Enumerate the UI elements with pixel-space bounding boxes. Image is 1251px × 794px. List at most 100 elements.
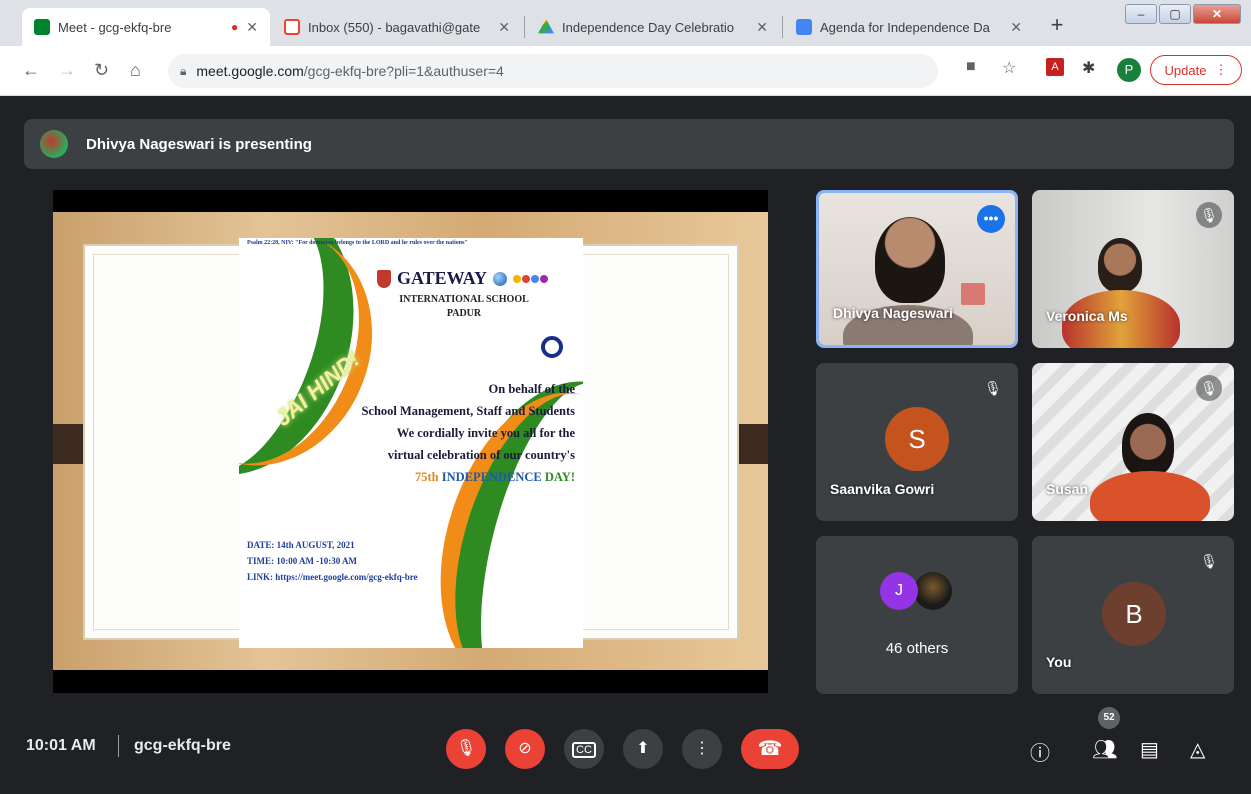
mic-off-icon: 🎙︎ <box>1196 202 1222 228</box>
tab-title: Meet - gcg-ekfq-bre <box>58 19 172 35</box>
more-vert-icon: ⋮ <box>1214 62 1228 77</box>
slide-background: Psalm 22:28, NIV: "For dominion belongs … <box>53 212 768 670</box>
participant-tile-you[interactable]: B 🎙︎ You <box>1032 536 1234 694</box>
mic-toggle-button[interactable]: 🎙︎ <box>446 729 486 769</box>
tab-meet[interactable]: Meet - gcg-ekfq-bre ● ✕ <box>22 8 270 46</box>
camera-indicator-icon[interactable]: ■ <box>966 58 976 76</box>
update-label: Update <box>1164 62 1207 78</box>
lock-icon: 🔒︎ <box>180 63 187 78</box>
globe-icon <box>493 271 508 286</box>
profile-avatar[interactable]: P <box>1117 58 1141 82</box>
participant-tile-dhivya[interactable]: ••• Dhivya Nageswari <box>816 190 1018 348</box>
independence-text: INDEPENDENCE <box>441 470 542 484</box>
camera-toggle-button[interactable]: ⊘ <box>505 729 545 769</box>
camera-off-icon: ⊘ <box>518 740 532 757</box>
tab-separator <box>524 16 525 38</box>
meet-area: Dhivya Nageswari is presenting Psalm 22:… <box>6 97 1246 791</box>
bookmark-star-icon[interactable]: ☆ <box>1002 58 1016 78</box>
close-tab-icon[interactable]: ✕ <box>1010 19 1022 36</box>
pdf-extension-icon[interactable]: A <box>1046 58 1064 76</box>
address-bar[interactable]: 🔒︎ meet.google.com/gcg-ekfq-bre?pli=1&au… <box>168 54 938 88</box>
tab-agenda[interactable]: Agenda for Independence Da ✕ <box>784 8 1034 46</box>
new-tab-button[interactable]: + <box>1043 12 1071 40</box>
meeting-info-icon[interactable]: ⓘ <box>1030 737 1050 766</box>
tab-title: Agenda for Independence Da <box>820 19 990 35</box>
tab-independence-day[interactable]: Independence Day Celebratio ✕ <box>526 8 780 46</box>
forward-arrow-icon[interactable]: → <box>58 60 76 81</box>
participant-tile-veronica[interactable]: 🎙︎ Veronica Ms <box>1032 190 1234 348</box>
presenting-banner: Dhivya Nageswari is presenting <box>24 119 1234 169</box>
activities-icon[interactable]: ◬ <box>1190 737 1205 762</box>
close-tab-icon[interactable]: ✕ <box>246 19 258 36</box>
psalm-text: Psalm 22:28, NIV: "For dominion belongs … <box>247 240 468 246</box>
presenting-text: Dhivya Nageswari is presenting <box>86 135 312 153</box>
mic-off-icon: 🎙︎ <box>455 740 477 757</box>
more-options-button[interactable]: ⋮ <box>682 729 722 769</box>
more-vert-icon: ⋮ <box>694 740 710 757</box>
invite-line-1: On behalf of the <box>488 382 575 396</box>
browser-toolbar: ← → ↻ ⌂ 🔒︎ meet.google.com/gcg-ekfq-bre?… <box>0 46 1251 96</box>
participant-tile-saanvika[interactable]: S 🎙︎ Saanvika Gowri <box>816 363 1018 521</box>
participant-tile-others[interactable]: J 46 others <box>816 536 1018 694</box>
participant-name: Veronica Ms <box>1046 308 1128 324</box>
recording-dot-icon: ● <box>231 20 239 34</box>
participant-tile-susan[interactable]: 🎙︎ Susan <box>1032 363 1234 521</box>
invite-line-3: We cordially invite you all for the <box>396 426 575 440</box>
mic-off-icon: 🎙︎ <box>980 375 1006 401</box>
meet-control-bar: 10:01 AM gcg-ekfq-bre 🎙︎ ⊘ CC ⬆ ⋮ ☎ ⓘ 52… <box>6 707 1246 791</box>
shared-screen: Psalm 22:28, NIV: "For dominion belongs … <box>53 190 768 693</box>
more-options-button[interactable]: ••• <box>977 205 1005 233</box>
participant-count-badge: 52 <box>1098 707 1120 729</box>
person-head <box>1098 238 1142 292</box>
present-screen-icon: ⬆ <box>636 740 650 757</box>
event-time: TIME: 10:00 AM -10:30 AM <box>247 556 357 566</box>
tab-separator <box>782 16 783 38</box>
participant-avatar: B <box>1102 582 1166 646</box>
leave-call-button[interactable]: ☎ <box>741 729 799 769</box>
close-tab-icon[interactable]: ✕ <box>756 19 768 36</box>
invitation-card: Psalm 22:28, NIV: "For dominion belongs … <box>239 238 583 648</box>
participant-name: Dhivya Nageswari <box>833 305 953 321</box>
seventy-fifth-text: 75th <box>415 470 439 484</box>
others-avatar-j: J <box>880 572 918 610</box>
colored-dots-icon <box>513 274 549 283</box>
participant-name: Susan <box>1046 481 1089 497</box>
reload-icon[interactable]: ↻ <box>94 60 109 81</box>
participant-name: Saanvika Gowri <box>830 481 935 497</box>
ashoka-chakra-icon <box>541 336 563 358</box>
hang-up-icon: ☎ <box>757 738 783 760</box>
home-icon[interactable]: ⌂ <box>130 60 141 81</box>
divider <box>118 735 119 757</box>
close-window-button[interactable]: ✕ <box>1193 4 1241 24</box>
back-arrow-icon[interactable]: ← <box>22 60 40 81</box>
shield-icon <box>377 269 391 288</box>
school-logo: GATEWAY <box>377 268 549 289</box>
maximize-button[interactable]: ▢ <box>1159 4 1191 24</box>
school-subtitle: INTERNATIONAL SCHOOL <box>399 294 529 305</box>
present-button[interactable]: ⬆ <box>623 729 663 769</box>
docs-favicon-icon <box>796 19 812 35</box>
event-date: DATE: 14th AUGUST, 2021 <box>247 540 355 550</box>
event-link: LINK: https://meet.google.com/gcg-ekfq-b… <box>247 572 418 582</box>
people-icon[interactable]: 👥︎ <box>1092 737 1117 762</box>
close-tab-icon[interactable]: ✕ <box>498 19 510 36</box>
day-text: DAY! <box>544 470 575 484</box>
update-button[interactable]: Update ⋮ <box>1150 55 1242 85</box>
mic-off-icon: 🎙︎ <box>1196 375 1222 401</box>
extensions-puzzle-icon[interactable]: ✱ <box>1082 58 1095 78</box>
closed-captions-icon: CC <box>572 742 596 758</box>
browser-tab-strip: Meet - gcg-ekfq-bre ● ✕ Inbox (550) - ba… <box>0 0 1251 46</box>
participant-name: You <box>1046 654 1072 670</box>
invite-line-5: 75th INDEPENDENCE DAY! <box>415 470 575 485</box>
mic-off-icon: 🎙︎ <box>1196 548 1222 574</box>
meeting-code: gcg-ekfq-bre <box>134 737 231 754</box>
window-controls: – ▢ ✕ <box>1125 4 1241 24</box>
chat-icon[interactable]: ▤ <box>1140 737 1159 762</box>
participant-avatar: S <box>885 407 949 471</box>
drive-favicon-icon <box>538 19 554 34</box>
captions-button[interactable]: CC <box>564 729 604 769</box>
gmail-favicon-icon <box>284 19 300 35</box>
minimize-button[interactable]: – <box>1125 4 1157 24</box>
tab-inbox[interactable]: Inbox (550) - bagavathi@gate ✕ <box>272 8 522 46</box>
meet-favicon-icon <box>34 19 50 35</box>
